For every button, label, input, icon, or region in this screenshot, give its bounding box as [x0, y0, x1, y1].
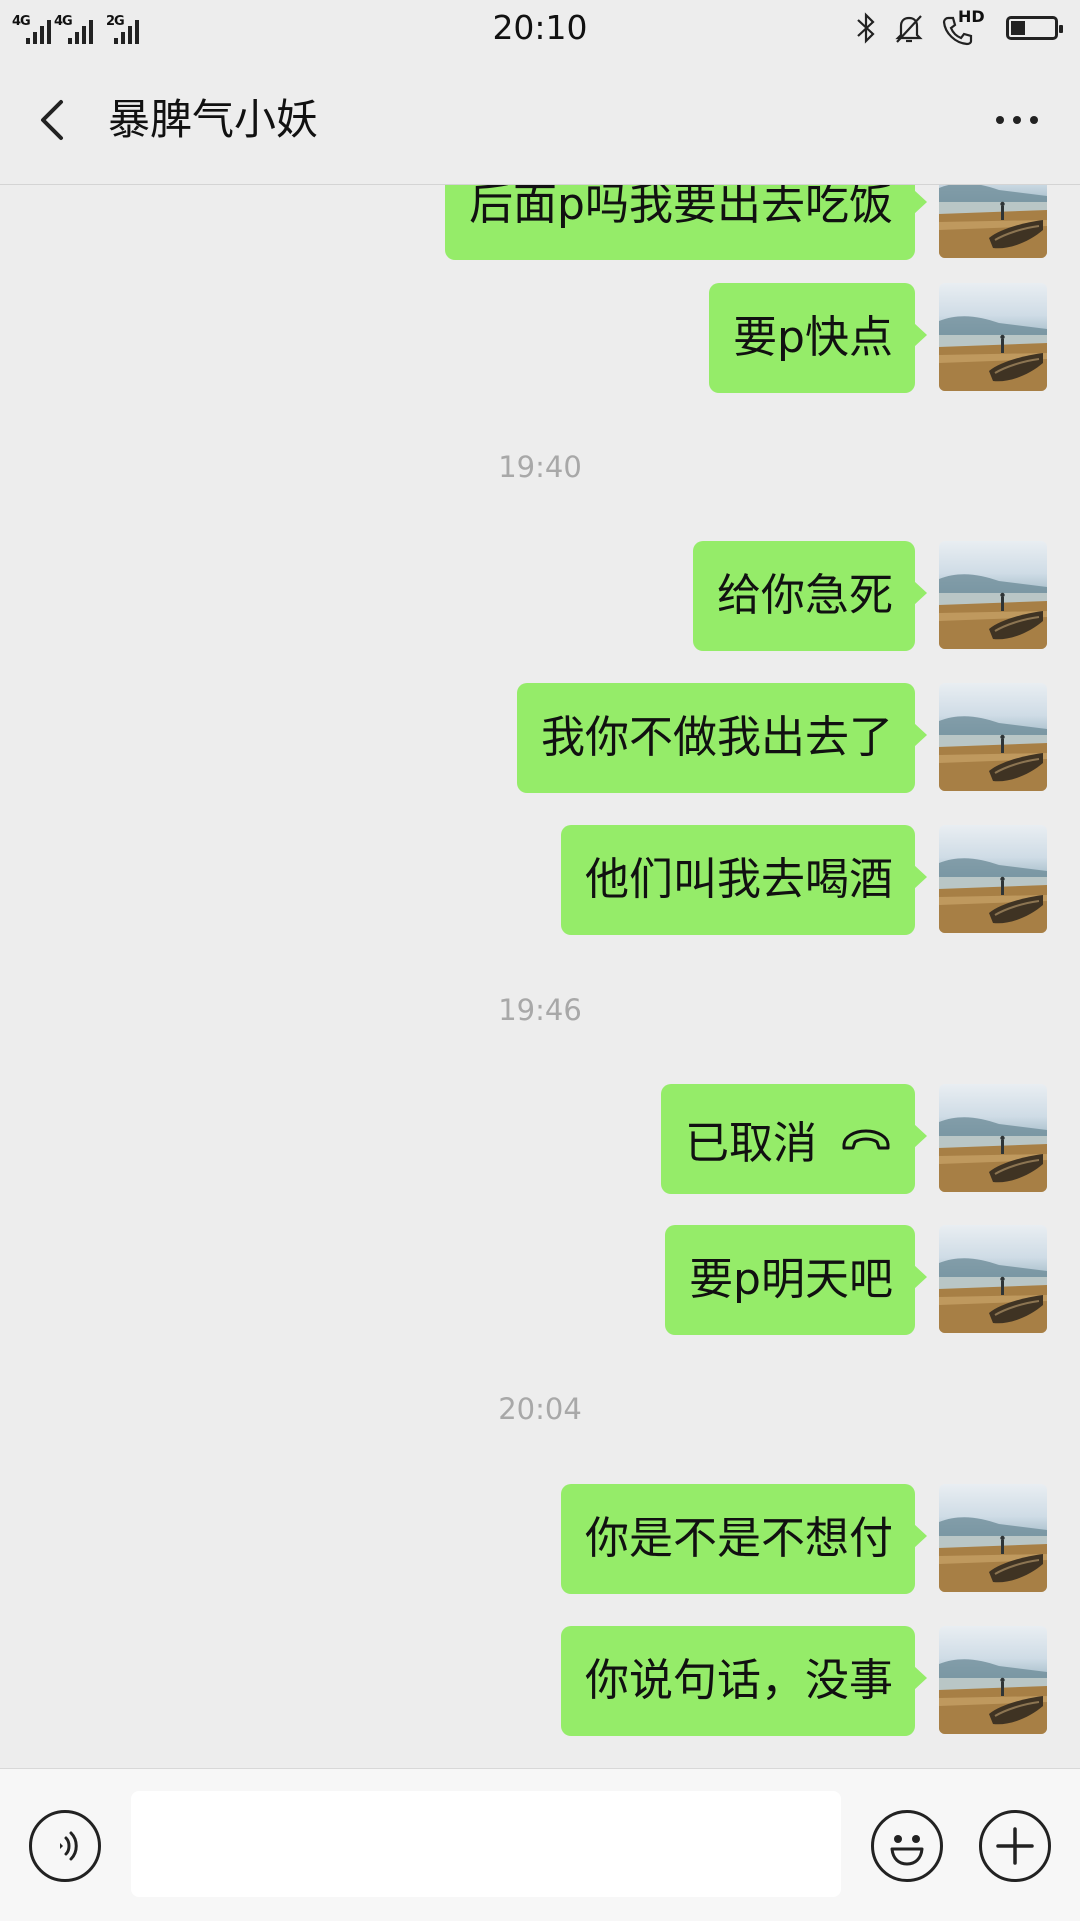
avatar[interactable]	[939, 541, 1047, 649]
timestamp: 19:40	[498, 450, 582, 484]
chevron-left-icon	[41, 100, 63, 140]
message-list[interactable]: 后面p吗我要出去吃饭 要p快点 19:40 给你急死 我你不做我出去了 他们叫我…	[0, 185, 1080, 1767]
message-row: 我你不做我出去了	[0, 683, 1080, 793]
back-button[interactable]	[28, 92, 84, 148]
landscape-photo	[939, 574, 1047, 649]
input-bar	[0, 1768, 1080, 1921]
more-button[interactable]	[982, 92, 1052, 148]
avatar[interactable]	[939, 825, 1047, 933]
bluetooth-icon	[857, 12, 875, 44]
landscape-photo	[939, 1258, 1047, 1333]
message-row: 他们叫我去喝酒	[0, 825, 1080, 935]
landscape-photo	[939, 1517, 1047, 1592]
status-bar: 4G 4G 2G 20:10 HD	[0, 0, 1080, 60]
message-row: 给你急死	[0, 541, 1080, 651]
landscape-photo	[939, 185, 1047, 258]
more-functions-button[interactable]	[979, 1810, 1051, 1882]
message-bubble[interactable]: 要p快点	[709, 283, 927, 393]
plus-icon	[996, 1827, 1034, 1865]
message-row: 你是不是不想付	[0, 1484, 1080, 1594]
status-icons: HD	[854, 7, 1066, 48]
avatar[interactable]	[939, 1626, 1047, 1734]
hangup-phone-icon	[842, 1129, 890, 1150]
message-input[interactable]	[131, 1791, 841, 1897]
message-bubble[interactable]: 给你急死	[693, 541, 927, 651]
emoji-icon	[890, 1835, 924, 1866]
message-row: 要p明天吧	[0, 1225, 1080, 1335]
call-message-bubble[interactable]: 已取消	[661, 1084, 927, 1194]
emoji-button[interactable]	[871, 1810, 943, 1882]
call-status-text: 已取消	[685, 1118, 817, 1169]
chat-title: 暴脾气小妖	[108, 95, 319, 144]
hd-label: HD	[958, 7, 985, 26]
avatar[interactable]	[939, 1084, 1047, 1192]
message-bubble[interactable]: 后面p吗我要出去吃饭	[445, 185, 927, 260]
timestamp: 20:04	[498, 1392, 582, 1426]
landscape-photo	[939, 716, 1047, 791]
hd-call-icon: HD	[940, 7, 985, 47]
voice-icon	[60, 1831, 78, 1861]
timestamp: 19:46	[498, 993, 582, 1027]
landscape-photo	[939, 316, 1047, 391]
message-row: 后面p吗我要出去吃饭	[0, 185, 1080, 260]
avatar[interactable]	[939, 185, 1047, 258]
battery-level	[1011, 21, 1025, 35]
battery-icon	[1006, 16, 1063, 40]
message-row: 已取消	[0, 1084, 1080, 1194]
voice-button[interactable]	[29, 1810, 101, 1882]
bell-muted-icon	[895, 15, 923, 43]
message-bubble[interactable]: 你说句话，没事	[561, 1626, 927, 1736]
message-row: 要p快点	[0, 283, 1080, 393]
landscape-photo	[939, 1659, 1047, 1734]
landscape-photo	[939, 858, 1047, 933]
landscape-photo	[939, 1117, 1047, 1192]
more-dots-icon	[996, 116, 1004, 124]
avatar[interactable]	[939, 683, 1047, 791]
message-bubble[interactable]: 要p明天吧	[665, 1225, 927, 1335]
avatar[interactable]	[939, 283, 1047, 391]
avatar[interactable]	[939, 1484, 1047, 1592]
message-bubble[interactable]: 我你不做我出去了	[517, 683, 927, 793]
message-row: 你说句话，没事	[0, 1626, 1080, 1736]
message-bubble[interactable]: 你是不是不想付	[561, 1484, 927, 1594]
message-bubble[interactable]: 他们叫我去喝酒	[561, 825, 927, 935]
avatar[interactable]	[939, 1225, 1047, 1333]
chat-header: 暴脾气小妖	[0, 60, 1080, 185]
